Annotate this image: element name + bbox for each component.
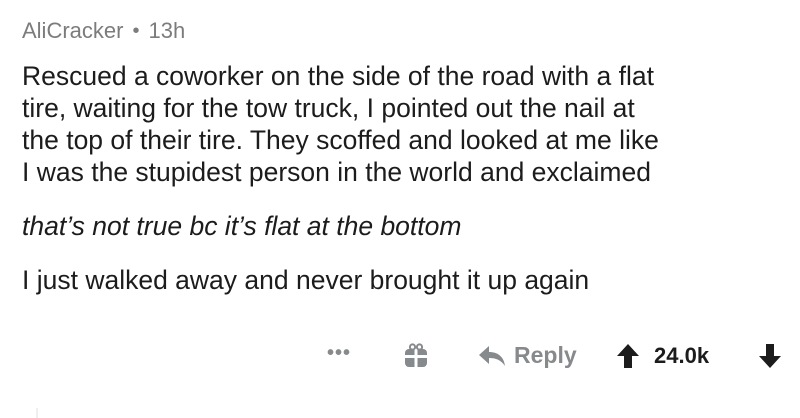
- reply-button[interactable]: Reply: [478, 342, 577, 369]
- comment-paragraph-italic: that’s not true bc it’s flat at the bott…: [22, 211, 462, 241]
- author-username[interactable]: AliCracker: [22, 18, 123, 44]
- thread-line[interactable]: [36, 408, 38, 418]
- comment-age[interactable]: 13h: [148, 18, 185, 44]
- reply-label: Reply: [514, 342, 577, 368]
- vote-score: 24.0k: [654, 343, 710, 368]
- gift-award-icon: [405, 343, 427, 367]
- upvote-arrow-icon: [617, 344, 639, 368]
- comment-actions: ••• Reply 24.0k: [22, 340, 800, 376]
- meta-separator: •: [132, 19, 140, 42]
- downvote-button[interactable]: [758, 343, 782, 374]
- comment-header: AliCracker • 13h: [22, 16, 185, 46]
- award-button[interactable]: [403, 343, 429, 369]
- comment-paragraph: I just walked away and never brought it …: [22, 265, 590, 295]
- more-options-button[interactable]: •••: [327, 342, 351, 365]
- upvote-button[interactable]: [616, 343, 640, 374]
- reply-arrow-icon: [479, 345, 505, 366]
- comment-paragraph: Rescued a coworker on the side of the ro…: [22, 61, 659, 187]
- downvote-arrow-icon: [759, 344, 781, 368]
- comment-body: Rescued a coworker on the side of the ro…: [22, 60, 792, 296]
